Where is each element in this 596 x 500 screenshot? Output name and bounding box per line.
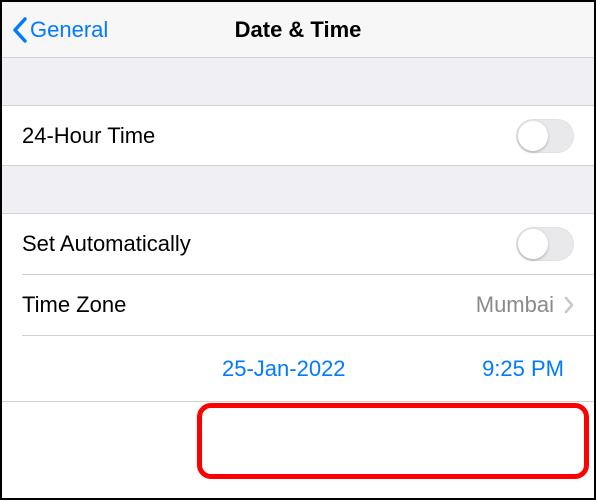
- time-zone-value: Mumbai: [476, 292, 554, 318]
- chevron-left-icon: [12, 17, 28, 43]
- toggle-knob: [518, 229, 548, 259]
- time-zone-value-container: Mumbai: [476, 292, 574, 318]
- date-time-row[interactable]: 25-Jan-2022 9:25 PM: [2, 336, 594, 402]
- twenty-four-hour-toggle[interactable]: [516, 119, 574, 153]
- toggle-knob: [518, 121, 548, 151]
- back-button[interactable]: General: [2, 17, 108, 43]
- set-automatically-row: Set Automatically: [2, 214, 594, 274]
- twenty-four-hour-row: 24-Hour Time: [2, 106, 594, 166]
- chevron-right-icon: [564, 296, 574, 314]
- section-header-spacer: [2, 58, 594, 106]
- twenty-four-hour-label: 24-Hour Time: [22, 123, 155, 149]
- time-zone-label: Time Zone: [22, 292, 126, 318]
- annotation-highlight: [197, 403, 589, 479]
- section-header-spacer: [2, 166, 594, 214]
- set-automatically-toggle[interactable]: [516, 227, 574, 261]
- time-value[interactable]: 9:25 PM: [482, 356, 564, 382]
- time-zone-row[interactable]: Time Zone Mumbai: [2, 275, 594, 335]
- back-label: General: [30, 17, 108, 43]
- set-automatically-label: Set Automatically: [22, 231, 191, 257]
- navigation-bar: General Date & Time: [2, 2, 594, 58]
- date-value[interactable]: 25-Jan-2022: [222, 356, 346, 382]
